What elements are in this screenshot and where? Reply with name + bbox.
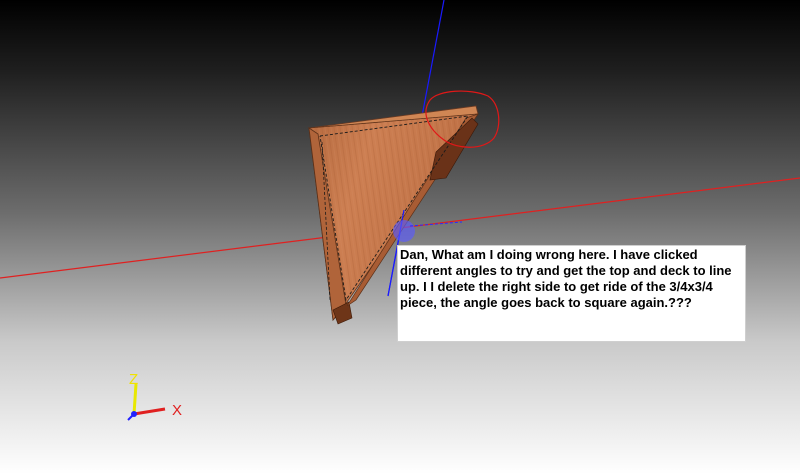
snap-point-handle[interactable] bbox=[393, 220, 415, 242]
axis-triad: Z X bbox=[127, 371, 182, 421]
annotation-note: Dan, What am I doing wrong here. I have … bbox=[397, 245, 746, 342]
triad-x-axis bbox=[133, 407, 166, 416]
triad-x-label: X bbox=[172, 402, 182, 419]
3d-viewport[interactable]: Z X Dan, What am I doing wrong here. I h… bbox=[0, 0, 800, 474]
triad-origin bbox=[131, 411, 137, 417]
scene-canvas[interactable]: Z X bbox=[0, 0, 800, 474]
z-axis-short-segment bbox=[409, 221, 463, 227]
triad-z-label: Z bbox=[129, 371, 138, 388]
triad-z-axis bbox=[132, 383, 138, 415]
annotation-note-text: Dan, What am I doing wrong here. I have … bbox=[400, 247, 732, 310]
